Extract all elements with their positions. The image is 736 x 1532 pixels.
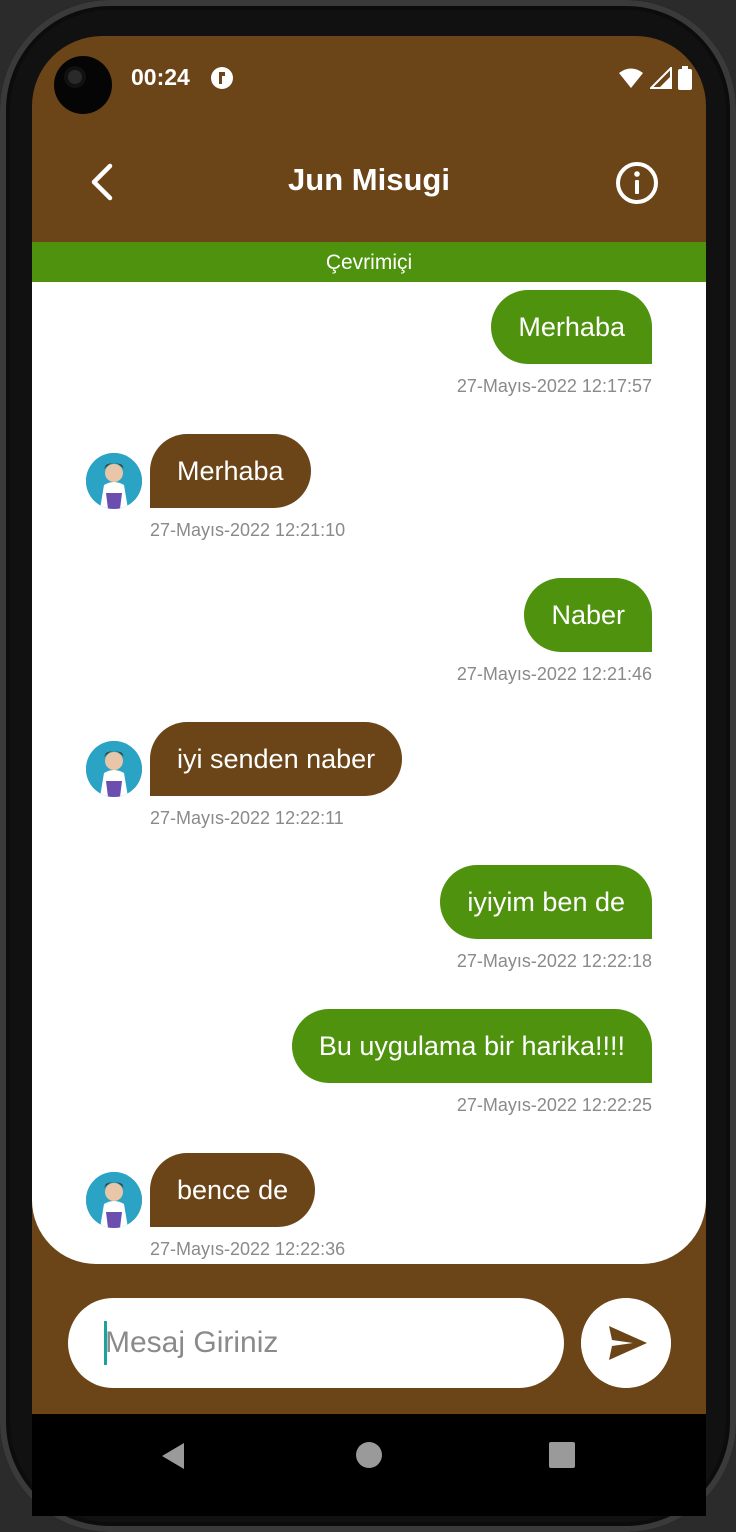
app-screen: 00:24 Jun Misugi Çevrimiçi Merhaba 27-Ma…: [32, 36, 706, 1516]
message-received: iyi senden naber: [150, 722, 403, 796]
battery-icon: [678, 66, 692, 90]
message-received: Merhaba: [150, 434, 311, 508]
app-notification-icon: [211, 67, 233, 89]
app-bar: Jun Misugi: [32, 136, 706, 242]
chat-title: Jun Misugi: [288, 162, 450, 197]
message-composer: [68, 1298, 564, 1388]
message-timestamp: 27-Mayıs-2022 12:21:10: [150, 520, 346, 540]
message-bubble[interactable]: Merhaba: [491, 290, 652, 364]
contact-avatar[interactable]: [86, 741, 142, 797]
camera-cutout: [54, 56, 112, 114]
online-status-bar: Çevrimiçi: [32, 242, 706, 282]
message-sent: iyiyim ben de: [440, 865, 652, 939]
message-bubble[interactable]: bence de: [150, 1153, 316, 1227]
message-bubble[interactable]: Merhaba: [150, 434, 311, 508]
message-list[interactable]: Merhaba 27-Mayıs-2022 12:17:57 Merhaba 2…: [32, 282, 706, 1264]
message-bubble[interactable]: iyi senden naber: [150, 722, 403, 796]
nav-recents-button[interactable]: [549, 1442, 575, 1468]
send-button[interactable]: [581, 1298, 671, 1388]
message-timestamp: 27-Mayıs-2022 12:22:18: [456, 951, 652, 971]
signal-icon: [650, 67, 672, 89]
system-nav-bar: [32, 1414, 706, 1516]
message-bubble[interactable]: Bu uygulama bir harika!!!!: [291, 1009, 652, 1083]
wifi-icon: [619, 68, 643, 88]
message-received: bence de: [150, 1153, 316, 1227]
message-sent: Bu uygulama bir harika!!!!: [291, 1009, 652, 1083]
nav-home-button[interactable]: [356, 1442, 382, 1468]
nav-back-button[interactable]: [160, 1442, 186, 1470]
message-timestamp: 27-Mayıs-2022 12:21:46: [456, 664, 652, 684]
contact-avatar[interactable]: [86, 453, 142, 509]
status-icons: [618, 66, 692, 90]
contact-avatar[interactable]: [86, 1172, 142, 1228]
message-timestamp: 27-Mayıs-2022 12:22:25: [456, 1095, 652, 1115]
message-timestamp: 27-Mayıs-2022 12:22:11: [150, 808, 344, 828]
status-time: 00:24: [131, 64, 190, 90]
message-bubble[interactable]: iyiyim ben de: [440, 865, 652, 939]
info-icon[interactable]: [614, 160, 660, 206]
message-sent: Merhaba: [491, 290, 652, 364]
message-timestamp: 27-Mayıs-2022 12:17:57: [456, 376, 652, 396]
message-timestamp: 27-Mayıs-2022 12:22:36: [150, 1239, 346, 1259]
message-bubble[interactable]: Naber: [524, 578, 652, 652]
message-input[interactable]: [105, 1298, 545, 1388]
message-sent: Naber: [524, 578, 652, 652]
